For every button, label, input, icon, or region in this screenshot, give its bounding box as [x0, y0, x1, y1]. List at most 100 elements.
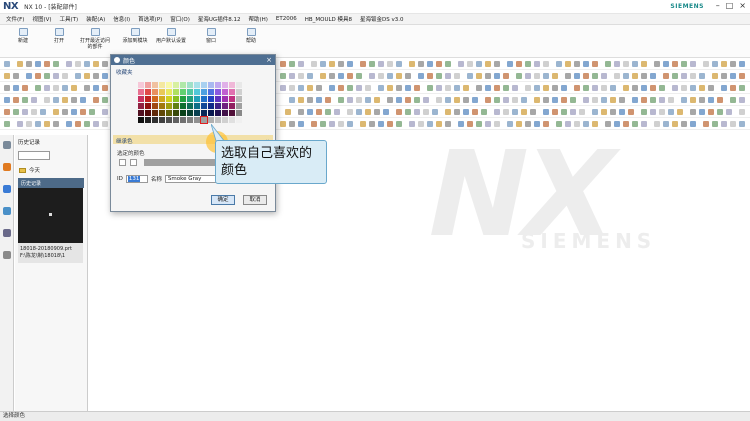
ok-button[interactable]: 确定	[211, 195, 235, 205]
toolbar-icon[interactable]	[721, 85, 727, 91]
toolbar-icon[interactable]	[347, 73, 353, 79]
color-swatch[interactable]	[222, 82, 228, 88]
cancel-button[interactable]: 取消	[243, 195, 267, 205]
toolbar-icon[interactable]	[316, 109, 322, 115]
toolbar-icon[interactable]	[414, 109, 420, 115]
toolbar-icon[interactable]	[530, 109, 536, 115]
recent-button[interactable]: 打开最近访问的部件	[78, 28, 112, 50]
toolbar-icon[interactable]	[432, 109, 438, 115]
history-icon[interactable]	[2, 141, 11, 149]
toolbar-icon[interactable]	[84, 73, 90, 79]
toolbar-icon[interactable]	[320, 73, 326, 79]
toolbar-icon[interactable]	[102, 73, 108, 79]
menu-et2006[interactable]: ET2006	[276, 16, 297, 22]
toolbar-icon[interactable]	[347, 61, 353, 67]
toolbar-icon[interactable]	[592, 109, 598, 115]
toolbar-icon[interactable]	[717, 109, 723, 115]
color-swatch[interactable]	[215, 117, 221, 123]
toolbar-icon[interactable]	[654, 61, 660, 67]
toolbar-icon[interactable]	[93, 73, 99, 79]
toolbar-icon[interactable]	[699, 109, 705, 115]
id-field[interactable]: 131	[125, 175, 148, 183]
part-icon[interactable]	[2, 185, 11, 193]
toolbar-icon[interactable]	[75, 61, 81, 67]
toolbar-icon[interactable]	[494, 61, 500, 67]
toolbar-icon[interactable]	[307, 73, 313, 79]
toolbar-icon[interactable]	[289, 73, 295, 79]
toolbar-icon[interactable]	[703, 121, 709, 127]
toolbar-icon[interactable]	[13, 97, 19, 103]
toolbar-icon[interactable]	[730, 73, 736, 79]
toolbar-icon[interactable]	[369, 61, 375, 67]
toolbar-icon[interactable]	[681, 121, 687, 127]
toolbar-icon[interactable]	[418, 121, 424, 127]
toolbar-icon[interactable]	[503, 85, 509, 91]
toolbar-icon[interactable]	[409, 121, 415, 127]
toolbar-icon[interactable]	[423, 109, 429, 115]
menu-view[interactable]: 视图(V)	[32, 15, 51, 23]
toolbar-icon[interactable]	[485, 73, 491, 79]
toolbar-icon[interactable]	[365, 109, 371, 115]
toolbar-icon[interactable]	[583, 73, 589, 79]
toolbar-icon[interactable]	[583, 97, 589, 103]
toolbar-icon[interactable]	[289, 121, 295, 127]
color-swatch[interactable]	[215, 82, 221, 88]
toolbar-icon[interactable]	[84, 85, 90, 91]
color-swatch[interactable]	[173, 110, 179, 116]
toolbar-icon[interactable]	[383, 109, 389, 115]
toolbar-icon[interactable]	[75, 73, 81, 79]
color-swatch[interactable]	[166, 117, 172, 123]
toolbar-icon[interactable]	[561, 109, 567, 115]
color-swatch[interactable]	[201, 103, 207, 109]
toolbar-icon[interactable]	[102, 97, 108, 103]
toolbar-icon[interactable]	[503, 97, 509, 103]
color-swatch[interactable]	[138, 82, 144, 88]
toolbar-icon[interactable]	[543, 73, 549, 79]
toolbar-icon[interactable]	[561, 85, 567, 91]
toolbar-icon[interactable]	[89, 109, 95, 115]
toolbar-icon[interactable]	[672, 121, 678, 127]
toolbar-icon[interactable]	[280, 85, 286, 91]
toolbar-icon[interactable]	[436, 121, 442, 127]
minimize-button[interactable]: –	[716, 1, 720, 10]
toolbar-icon[interactable]	[650, 109, 656, 115]
toolbar-icon[interactable]	[316, 85, 322, 91]
color-swatch[interactable]	[194, 117, 200, 123]
toolbar-icon[interactable]	[708, 85, 714, 91]
color-swatch[interactable]	[208, 103, 214, 109]
toolbar-icon[interactable]	[681, 73, 687, 79]
toolbar-icon[interactable]	[102, 61, 108, 67]
toolbar-icon[interactable]	[739, 85, 745, 91]
toolbar-icon[interactable]	[66, 61, 72, 67]
color-swatch[interactable]	[201, 82, 207, 88]
toolbar-icon[interactable]	[699, 97, 705, 103]
toolbar-icon[interactable]	[681, 97, 687, 103]
color-swatch[interactable]	[208, 110, 214, 116]
toolbar-icon[interactable]	[574, 73, 580, 79]
toolbar-icon[interactable]	[583, 85, 589, 91]
toolbar-icon[interactable]	[726, 109, 732, 115]
color-swatch[interactable]	[159, 82, 165, 88]
toolbar-icon[interactable]	[378, 121, 384, 127]
toolbar-icon[interactable]	[280, 73, 286, 79]
toolbar-icon[interactable]	[601, 85, 607, 91]
toolbar-icon[interactable]	[4, 97, 10, 103]
menu-file[interactable]: 文件(F)	[6, 15, 24, 23]
defaults-button[interactable]: 用户默认设置	[154, 28, 188, 44]
toolbar-icon[interactable]	[31, 97, 37, 103]
toolbar-icon[interactable]	[405, 73, 411, 79]
toolbar-icon[interactable]	[454, 85, 460, 91]
toolbar-icon[interactable]	[4, 85, 10, 91]
toolbar-icon[interactable]	[44, 73, 50, 79]
toolbar-icon[interactable]	[672, 61, 678, 67]
toolbar-icon[interactable]	[329, 85, 335, 91]
toolbar-icon[interactable]	[405, 109, 411, 115]
toolbar-icon[interactable]	[53, 121, 59, 127]
toolbar-icon[interactable]	[503, 109, 509, 115]
toolbar-icon[interactable]	[503, 73, 509, 79]
color-swatch[interactable]	[215, 89, 221, 95]
color-swatch[interactable]	[229, 103, 235, 109]
toolbar-icon[interactable]	[708, 109, 714, 115]
color-swatch[interactable]	[208, 89, 214, 95]
color-swatch[interactable]	[236, 103, 242, 109]
